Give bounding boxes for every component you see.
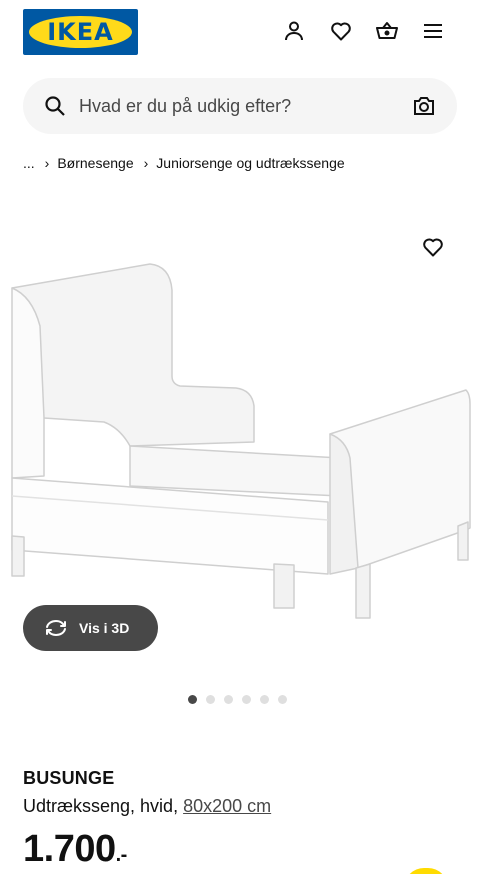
ikea-logo[interactable]: IKEA — [23, 9, 138, 55]
menu-icon[interactable] — [420, 18, 446, 44]
carousel-dot[interactable] — [188, 695, 197, 704]
carousel-dot[interactable] — [242, 695, 251, 704]
breadcrumb-item-juniorsenge[interactable]: Juniorsenge og udtrækssenge — [156, 155, 344, 171]
heart-icon — [423, 238, 443, 257]
product-description-text: Udtræksseng, hvid, — [23, 796, 179, 816]
product-name: BUSUNGE — [23, 768, 115, 788]
price-suffix: .- — [115, 844, 128, 866]
product-price: 1.700.- — [23, 828, 127, 871]
search-icon — [45, 96, 65, 116]
product-description: Udtræksseng, hvid, 80x200 cm — [23, 796, 271, 817]
search-input[interactable]: Hvad er du på udkig efter? — [79, 78, 291, 134]
product-image[interactable] — [0, 196, 480, 666]
view-in-3d-button[interactable]: Vis i 3D — [23, 605, 158, 651]
breadcrumb-item-boernesenge[interactable]: Børnesenge — [57, 155, 133, 171]
carousel-dot[interactable] — [224, 695, 233, 704]
chevron-right-icon: › — [143, 155, 149, 171]
camera-search-icon[interactable] — [412, 94, 436, 118]
rotate-3d-icon — [46, 620, 66, 636]
carousel-dot[interactable] — [278, 695, 287, 704]
breadcrumb: ... › Børnesenge › Juniorsenge og udtræk… — [23, 152, 345, 174]
site-header: IKEA — [0, 0, 480, 64]
basket-icon[interactable] — [374, 18, 400, 44]
heart-icon[interactable] — [328, 18, 354, 44]
carousel-dot[interactable] — [206, 695, 215, 704]
user-icon[interactable] — [281, 18, 307, 44]
logo-text: IKEA — [47, 18, 114, 46]
carousel-dot[interactable] — [260, 695, 269, 704]
view-in-3d-label: Vis i 3D — [79, 620, 130, 636]
floating-action-button[interactable] — [404, 868, 448, 874]
add-to-favourites-button[interactable] — [419, 233, 447, 261]
price-value: 1.700 — [23, 828, 116, 870]
search-bar[interactable]: Hvad er du på udkig efter? — [23, 78, 457, 134]
product-size-link[interactable]: 80x200 cm — [183, 796, 271, 816]
breadcrumb-ellipsis[interactable]: ... — [23, 155, 35, 171]
chevron-right-icon: › — [44, 155, 50, 171]
image-carousel-dots — [188, 695, 287, 704]
